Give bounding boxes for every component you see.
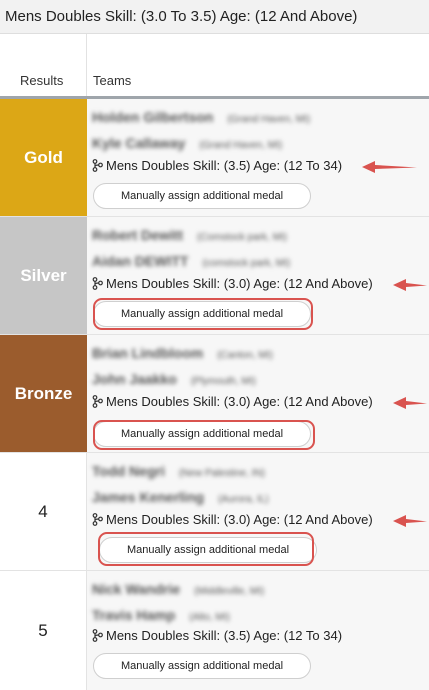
manually-assign-medal-button[interactable]: Manually assign additional medal bbox=[93, 421, 311, 447]
player-name: Holden Gilbertson (Grand Haven, MI) bbox=[92, 109, 311, 125]
team-cell: Holden Gilbertson (Grand Haven, MI) Kyle … bbox=[87, 99, 429, 216]
team-division: Mens Doubles Skill: (3.0) Age: (12 And A… bbox=[92, 512, 373, 527]
result-label: Bronze bbox=[14, 383, 73, 403]
player-name: Brian Lindbloom (Canton, MI) bbox=[92, 345, 273, 361]
table-row: Gold Holden Gilbertson (Grand Haven, MI) … bbox=[0, 99, 429, 217]
red-arrow-annotation bbox=[393, 279, 427, 291]
result-gold: Gold bbox=[0, 99, 87, 216]
division-text: Mens Doubles Skill: (3.5) Age: (12 To 34… bbox=[106, 158, 343, 173]
table-row: Bronze Brian Lindbloom (Canton, MI) John … bbox=[0, 335, 429, 453]
branch-icon bbox=[92, 629, 103, 642]
result-label: 4 bbox=[38, 501, 48, 521]
teams-header-label: Teams bbox=[93, 73, 132, 88]
branch-icon bbox=[92, 513, 103, 526]
table-row: Silver Robert Dewitt (Comstock park, MI) … bbox=[0, 217, 429, 335]
player-name: Aidan DEWITT (comstock park, MI) bbox=[92, 253, 291, 269]
red-arrow-annotation bbox=[393, 397, 427, 409]
manually-assign-medal-button[interactable]: Manually assign additional medal bbox=[93, 183, 311, 209]
table-row: 4 Todd Negri (New Palestine, IN) James Ke… bbox=[0, 453, 429, 571]
team-division: Mens Doubles Skill: (3.5) Age: (12 To 34… bbox=[92, 158, 342, 173]
team-cell: Todd Negri (New Palestine, IN) James Kene… bbox=[87, 453, 429, 570]
red-arrow-annotation bbox=[362, 161, 417, 173]
results-header-label: Results bbox=[20, 73, 64, 88]
player-name: James Kenerling (Aurora, IL) bbox=[92, 489, 269, 505]
division-text: Mens Doubles Skill: (3.0) Age: (12 And A… bbox=[106, 276, 373, 291]
branch-icon bbox=[92, 159, 103, 172]
team-division: Mens Doubles Skill: (3.0) Age: (12 And A… bbox=[92, 394, 373, 409]
team-division: Mens Doubles Skill: (3.5) Age: (12 To 34… bbox=[92, 628, 342, 643]
division-text: Mens Doubles Skill: (3.5) Age: (12 To 34… bbox=[106, 628, 343, 643]
branch-icon bbox=[92, 277, 103, 290]
result-place: 5 bbox=[0, 571, 87, 690]
player-name: Nick Wandrie (Middleville, MI) bbox=[92, 581, 265, 597]
manually-assign-medal-button[interactable]: Manually assign additional medal bbox=[93, 653, 311, 679]
table-header: Results Teams bbox=[0, 34, 429, 98]
division-title: Mens Doubles Skill: (3.0 To 3.5) Age: (1… bbox=[0, 0, 429, 34]
division-text: Mens Doubles Skill: (3.0) Age: (12 And A… bbox=[106, 512, 373, 527]
result-silver: Silver bbox=[0, 217, 87, 334]
manually-assign-medal-button[interactable]: Manually assign additional medal bbox=[99, 537, 317, 563]
player-name: Todd Negri (New Palestine, IN) bbox=[92, 463, 265, 479]
result-label: Gold bbox=[24, 147, 63, 167]
results-column-header: Results bbox=[0, 34, 87, 98]
player-name: Kyle Callaway (Grand Haven, MI) bbox=[92, 135, 283, 151]
result-bronze: Bronze bbox=[0, 335, 87, 452]
result-label: 5 bbox=[38, 620, 48, 640]
result-label: Silver bbox=[20, 265, 67, 285]
team-cell: Nick Wandrie (Middleville, MI) Travis Ham… bbox=[87, 571, 429, 690]
red-arrow-annotation bbox=[393, 515, 427, 527]
table-row: 5 Nick Wandrie (Middleville, MI) Travis H… bbox=[0, 571, 429, 690]
player-name: John Jaakko (Plymouth, MI) bbox=[92, 371, 256, 387]
team-cell: Brian Lindbloom (Canton, MI) John Jaakko(… bbox=[87, 335, 429, 452]
player-name: Travis Hamp (Alto, MI) bbox=[92, 607, 230, 623]
manually-assign-medal-button[interactable]: Manually assign additional medal bbox=[93, 301, 311, 327]
result-place: 4 bbox=[0, 453, 87, 570]
team-cell: Robert Dewitt (Comstock park, MI) Aidan D… bbox=[87, 217, 429, 334]
team-division: Mens Doubles Skill: (3.0) Age: (12 And A… bbox=[92, 276, 373, 291]
division-text: Mens Doubles Skill: (3.0) Age: (12 And A… bbox=[106, 394, 373, 409]
branch-icon bbox=[92, 395, 103, 408]
player-name: Robert Dewitt (Comstock park, MI) bbox=[92, 227, 288, 243]
